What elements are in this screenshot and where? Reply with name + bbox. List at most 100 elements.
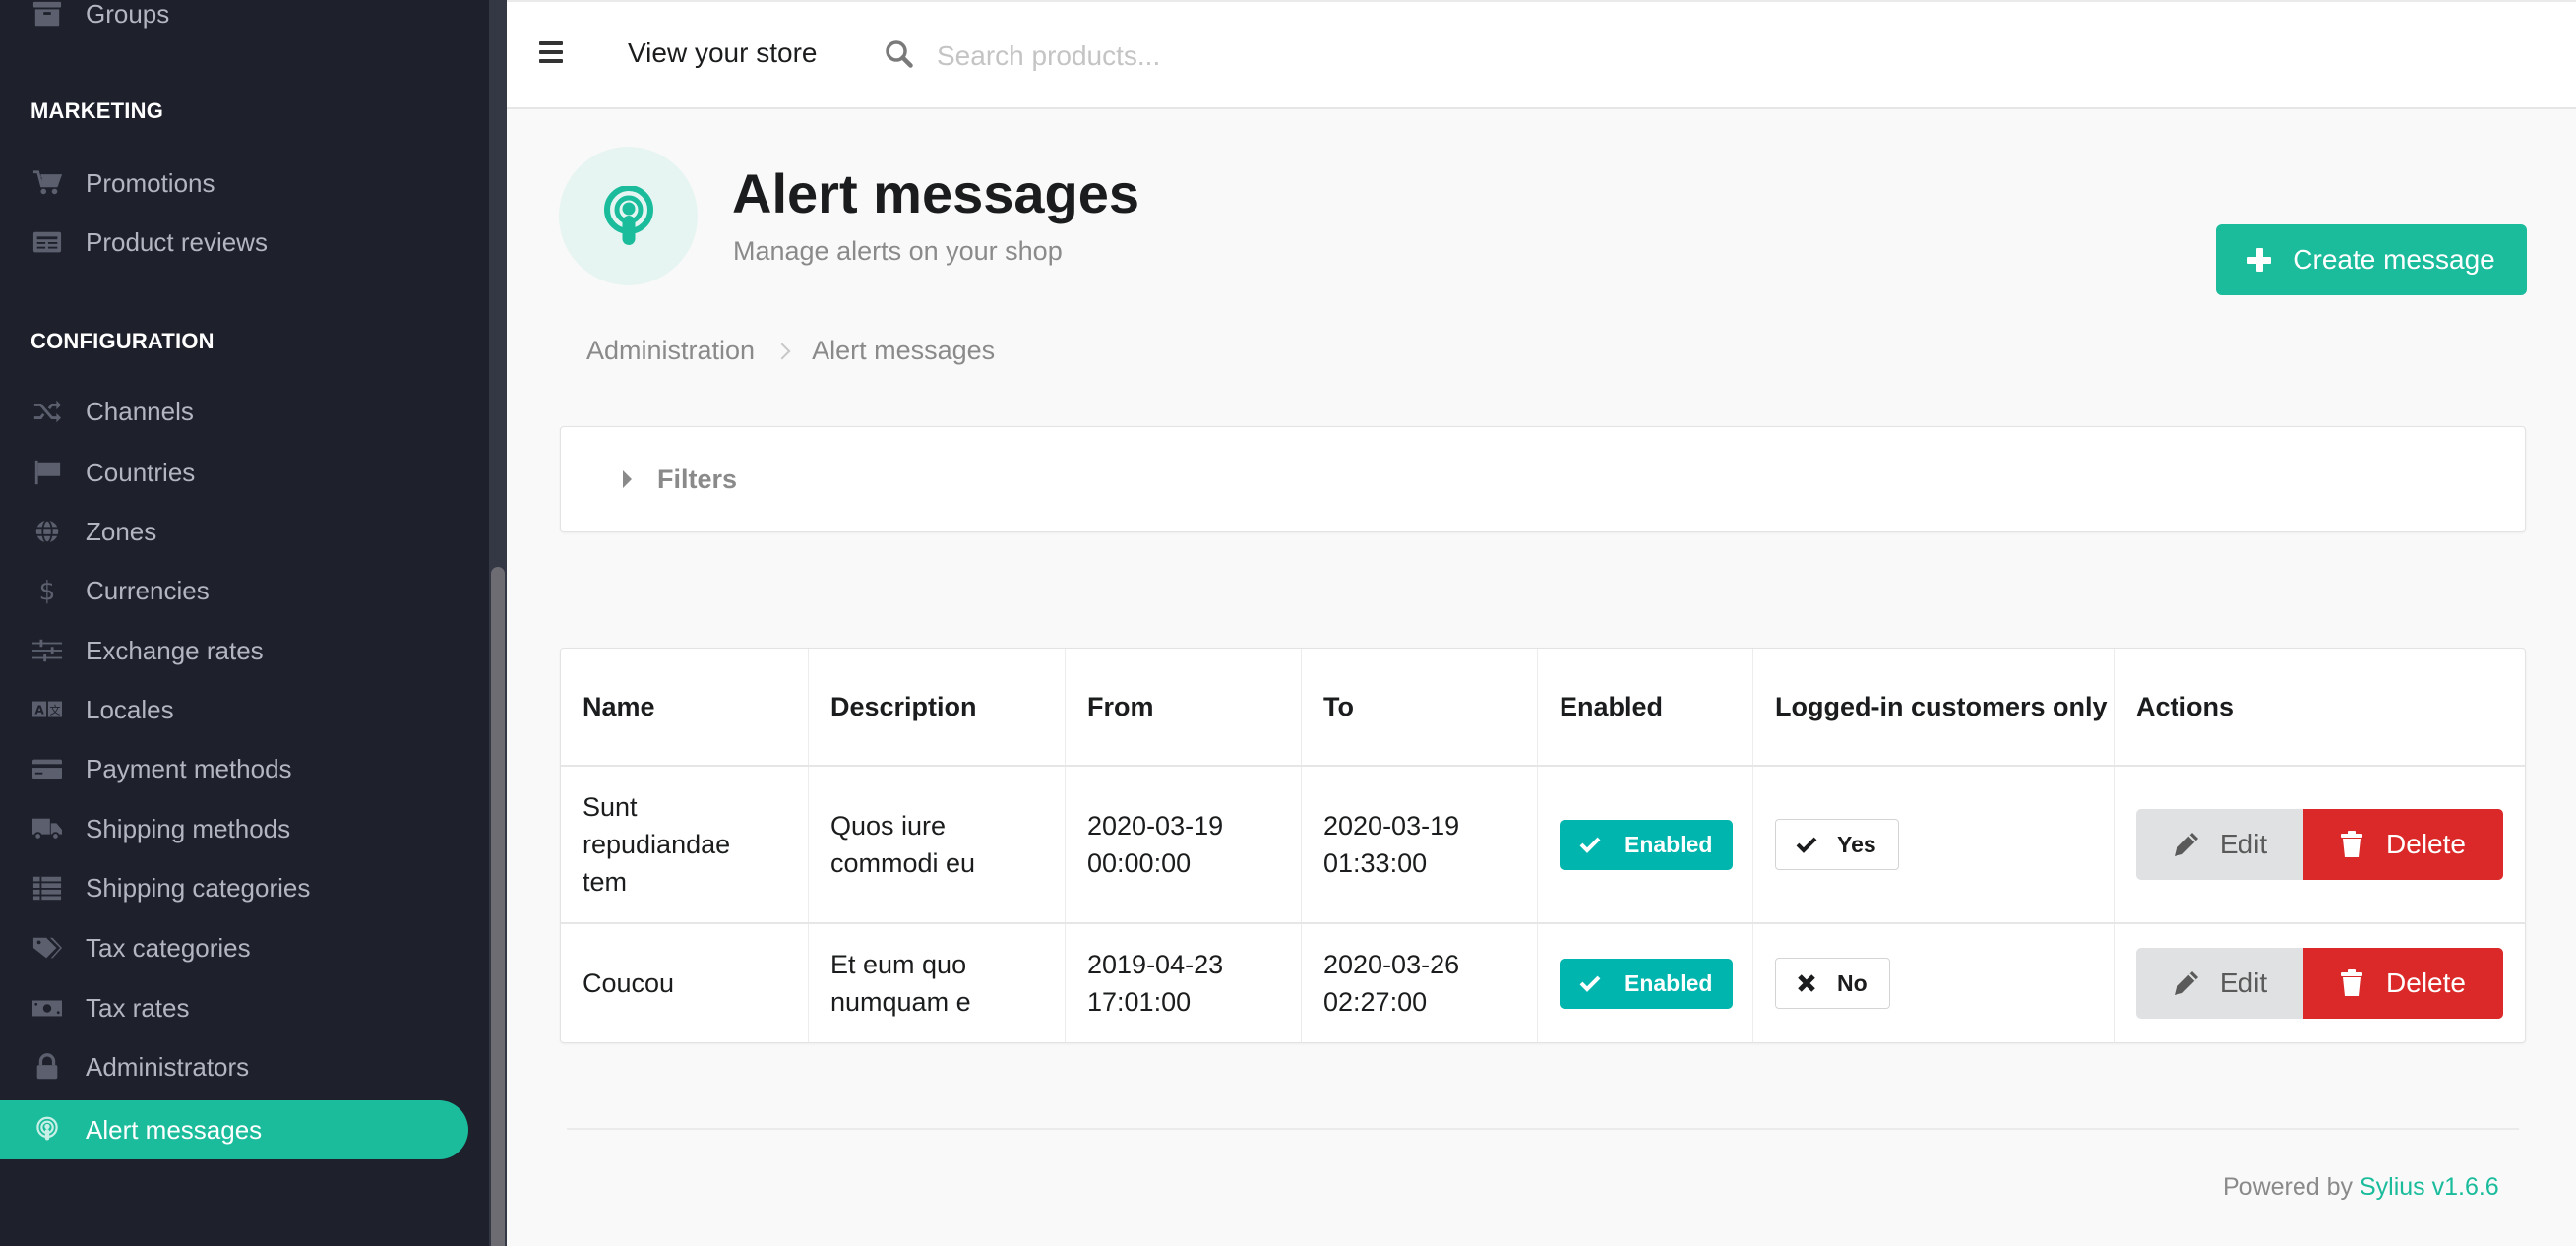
svg-text:$: $	[39, 577, 56, 604]
column-header-to[interactable]: To	[1301, 649, 1537, 765]
table-row: Sunt repudiandae tem Quos iure commodi e…	[561, 767, 2525, 924]
sidebar-item-product-reviews[interactable]: Product reviews	[0, 213, 468, 272]
delete-button[interactable]: Delete	[2303, 809, 2503, 880]
sidebar-item-payment-methods[interactable]: Payment methods	[0, 739, 468, 798]
delete-label: Delete	[2386, 829, 2466, 859]
edit-button[interactable]: Edit	[2136, 948, 2303, 1019]
check-icon	[1579, 975, 1601, 992]
view-store-link[interactable]: View your store	[628, 37, 817, 69]
sidebar-item-zones[interactable]: Zones	[0, 502, 468, 561]
cell-to: 2020-03-19 01:33:00	[1301, 767, 1537, 922]
sidebar: Groups MARKETING Promotions Product revi…	[0, 0, 489, 1246]
enabled-badge-label: Enabled	[1625, 832, 1713, 857]
check-icon	[1579, 837, 1601, 853]
trash-icon	[2341, 969, 2363, 996]
sidebar-item-groups[interactable]: Groups	[0, 0, 468, 43]
footer-powered-by: Powered by	[2223, 1173, 2360, 1201]
check-icon	[1796, 837, 1817, 853]
column-header-enabled[interactable]: Enabled	[1537, 649, 1752, 765]
column-header-description[interactable]: Description	[808, 649, 1065, 765]
sidebar-item-channels[interactable]: Channels	[0, 382, 468, 441]
column-header-name[interactable]: Name	[561, 649, 808, 765]
sidebar-item-currencies[interactable]: $ Currencies	[0, 561, 468, 620]
sidebar-scrollbar[interactable]	[489, 0, 507, 1246]
sidebar-item-locales[interactable]: A文 Locales	[0, 680, 468, 739]
enabled-badge: Enabled	[1560, 958, 1734, 1009]
sidebar-section-configuration: CONFIGURATION	[31, 329, 215, 353]
sidebar-item-label: Tax rates	[86, 992, 190, 1023]
list-icon	[31, 874, 63, 902]
page-subtitle: Manage alerts on your shop	[733, 236, 1063, 266]
column-header-from[interactable]: From	[1065, 649, 1301, 765]
truck-icon	[31, 815, 63, 842]
breadcrumb-current: Alert messages	[812, 336, 996, 365]
sidebar-item-administrators[interactable]: Administrators	[0, 1037, 468, 1096]
sidebar-item-label: Currencies	[86, 575, 210, 605]
svg-text:A: A	[34, 704, 44, 717]
sidebar-item-label: Groups	[86, 0, 170, 29]
sidebar-item-shipping-categories[interactable]: Shipping categories	[0, 858, 468, 917]
newspaper-icon	[31, 228, 63, 256]
breadcrumb-administration[interactable]: Administration	[586, 336, 755, 366]
money-icon	[31, 994, 63, 1022]
dollar-icon: $	[31, 577, 63, 604]
cell-name: Coucou	[583, 968, 675, 998]
filters-label: Filters	[657, 465, 738, 494]
logged-in-only-badge: Yes	[1775, 819, 1899, 870]
sylius-version-link[interactable]: Sylius v1.6.6	[2360, 1173, 2499, 1201]
cell-enabled: Enabled	[1537, 767, 1752, 922]
sidebar-item-label: Payment methods	[86, 753, 292, 783]
translate-icon: A文	[31, 696, 63, 723]
sidebar-item-promotions[interactable]: Promotions	[0, 154, 468, 213]
svg-text:文: 文	[49, 704, 60, 717]
sidebar-item-alert-messages[interactable]: Alert messages	[0, 1100, 468, 1159]
sidebar-item-countries[interactable]: Countries	[0, 443, 468, 502]
logged-in-only-badge: No	[1775, 958, 1890, 1009]
sidebar-item-label: Administrators	[86, 1051, 250, 1082]
credit-card-icon	[31, 755, 63, 782]
globe-icon	[31, 518, 63, 545]
sidebar-item-label: Channels	[86, 396, 194, 426]
cell-description: Quos iure commodi eu	[808, 767, 1065, 922]
delete-button[interactable]: Delete	[2303, 948, 2503, 1019]
search-icon	[886, 40, 913, 68]
create-message-button[interactable]: Create message	[2216, 224, 2527, 295]
caret-right-icon	[623, 470, 632, 488]
sidebar-item-exchange-rates[interactable]: Exchange rates	[0, 621, 468, 680]
cell-from: 2020-03-19 00:00:00	[1065, 767, 1301, 922]
sidebar-item-label: Alert messages	[86, 1114, 263, 1145]
top-header: View your store John	[507, 0, 2576, 109]
sidebar-item-tax-rates[interactable]: Tax rates	[0, 978, 468, 1037]
sidebar-item-label: Promotions	[86, 167, 215, 198]
sidebar-item-label: Shipping methods	[86, 813, 291, 843]
column-header-logged-in-only[interactable]: Logged-in customers only	[1752, 649, 2114, 765]
logged-in-only-label: No	[1837, 970, 1868, 996]
lock-icon	[31, 1053, 63, 1081]
hamburger-menu-icon[interactable]	[539, 41, 563, 63]
enabled-badge: Enabled	[1560, 819, 1734, 870]
sidebar-item-label: Countries	[86, 457, 196, 487]
column-header-actions: Actions	[2114, 649, 2525, 765]
logged-in-only-label: Yes	[1837, 832, 1876, 857]
cell-logged-in-only: Yes	[1752, 767, 2114, 922]
edit-button[interactable]: Edit	[2136, 809, 2303, 880]
sidebar-item-label: Locales	[86, 694, 174, 724]
sidebar-item-tax-categories[interactable]: Tax categories	[0, 918, 468, 977]
flag-icon	[31, 459, 63, 486]
sidebar-item-shipping-methods[interactable]: Shipping methods	[0, 799, 468, 858]
cell-enabled: Enabled	[1537, 924, 1752, 1042]
table-row: Coucou Et eum quo numquam e 2019-04-23 1…	[561, 924, 2525, 1042]
cart-icon	[31, 169, 63, 197]
plus-icon	[2247, 248, 2272, 272]
archive-icon	[31, 0, 63, 28]
pencil-icon	[2174, 833, 2198, 856]
footer-divider	[567, 1128, 2519, 1130]
trash-icon	[2341, 831, 2363, 857]
sidebar-item-label: Product reviews	[86, 226, 268, 257]
filters-accordion[interactable]: Filters	[560, 426, 2526, 532]
sidebar-item-label: Tax categories	[86, 932, 251, 963]
tags-icon	[31, 934, 63, 962]
breadcrumb: Administration Alert messages	[586, 336, 995, 366]
sidebar-scrollbar-thumb[interactable]	[491, 567, 505, 1246]
search-input[interactable]	[937, 31, 1625, 81]
